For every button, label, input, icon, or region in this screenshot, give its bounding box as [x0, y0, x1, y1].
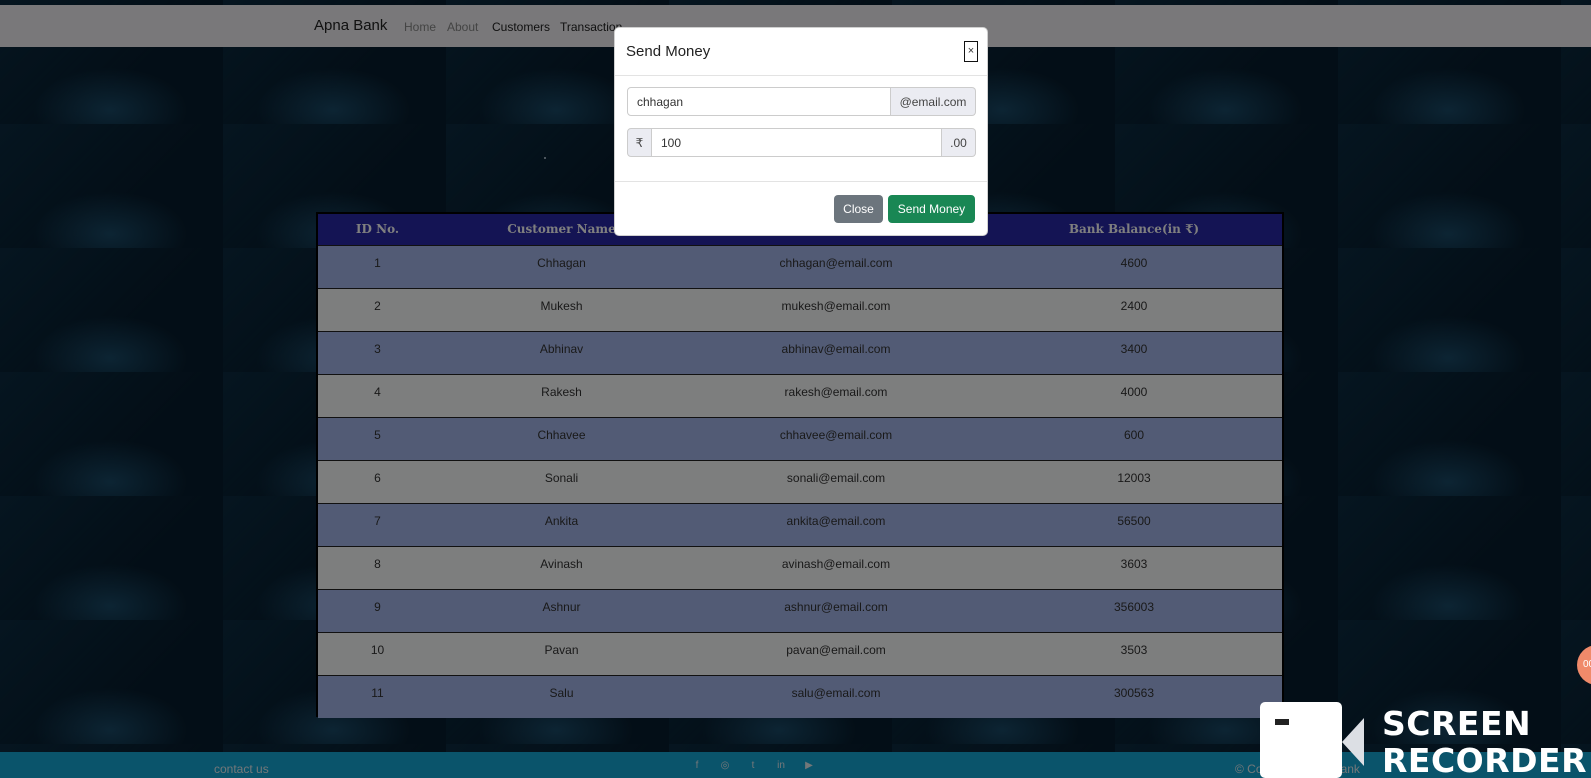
modal-footer-divider	[615, 181, 987, 182]
amount-group: ₹ .00	[627, 128, 976, 157]
recorder-dots-icon	[1275, 719, 1289, 725]
modal-header: Send Money ×	[615, 28, 987, 76]
send-money-modal: Send Money × @email.com ₹ .00 Close Send…	[614, 27, 988, 236]
close-button[interactable]: Close	[834, 195, 883, 223]
amount-input[interactable]	[652, 128, 942, 157]
send-money-button[interactable]: Send Money	[888, 195, 975, 223]
rupee-icon: ₹	[627, 128, 652, 157]
recorder-lens-icon	[1342, 718, 1364, 766]
recorder-camera-icon	[1260, 702, 1342, 778]
decimal-addon: .00	[942, 128, 976, 157]
recorder-line1: SCREEN	[1382, 704, 1532, 743]
email-domain-addon: @email.com	[891, 87, 976, 116]
modal-close-icon[interactable]: ×	[964, 41, 978, 62]
modal-title: Send Money	[626, 43, 711, 60]
recorder-watermark: SCREEN RECORDER	[1382, 705, 1587, 778]
recipient-email-input[interactable]	[627, 87, 891, 116]
recipient-email-group: @email.com	[627, 87, 976, 116]
recorder-line2: RECORDER	[1382, 741, 1587, 778]
